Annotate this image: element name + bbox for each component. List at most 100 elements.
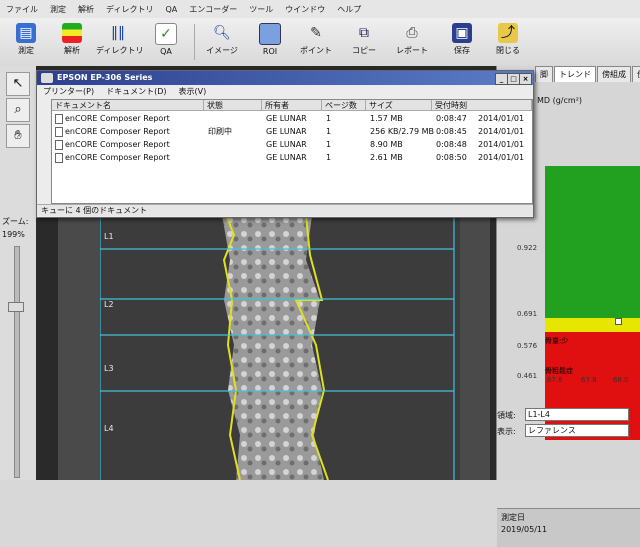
- menu-directory[interactable]: ディレクトリ: [100, 4, 159, 15]
- menu-view[interactable]: 表示(V): [172, 86, 212, 98]
- close-button[interactable]: ⤴ 閉じる: [486, 21, 530, 63]
- zoom-value: 199%: [2, 230, 25, 239]
- measure-date-bar: 測定日 2019/05/11: [497, 508, 640, 547]
- row-size: 256 KB/2.79 MB: [370, 127, 434, 136]
- roi-label-l3: L3: [104, 364, 114, 373]
- point-icon: ✎: [310, 25, 322, 41]
- tab-composition[interactable]: 傍組成: [597, 66, 631, 82]
- menu-help[interactable]: ヘルプ: [331, 4, 367, 15]
- zoom-tool[interactable]: ⌕: [6, 98, 30, 122]
- close-window-button[interactable]: ×: [519, 73, 532, 85]
- hand-icon: ✋︎: [14, 128, 22, 143]
- folder-close-icon: ⤴: [498, 23, 518, 43]
- row-date: 2014/01/01: [478, 140, 525, 149]
- col-status[interactable]: 状態: [204, 100, 262, 111]
- menu-window[interactable]: ウインドウ: [279, 4, 331, 15]
- menu-qa[interactable]: QA: [159, 5, 183, 14]
- pointer-tool[interactable]: ↖: [6, 72, 30, 96]
- band-label-low: 骨量:少: [545, 337, 569, 345]
- band-yellow: [545, 318, 640, 332]
- menu-printer[interactable]: プリンター(P): [37, 86, 100, 98]
- save-icon: ▣: [452, 23, 472, 43]
- y-tick-2: 0.576: [517, 342, 538, 350]
- row-docname: enCORE Composer Report: [55, 139, 170, 151]
- zoom-icon: ⌕: [14, 102, 22, 117]
- results-tabs: 脚 トレンド 傍組成 傍サマ: [535, 66, 640, 82]
- spine-image[interactable]: [100, 215, 460, 480]
- row-size: 2.61 MB: [370, 153, 403, 162]
- row-pages: 1: [326, 114, 332, 123]
- qa-icon: ✓: [155, 23, 177, 45]
- table-row[interactable]: enCORE Composer Report 印刷中 GE LUNAR 1 25…: [52, 126, 532, 138]
- row-time: 0:08:50: [436, 153, 467, 162]
- pan-tool[interactable]: ✋︎: [6, 124, 30, 148]
- arrow-icon: ↖: [12, 76, 24, 91]
- copy-button[interactable]: ⧉ コピー: [342, 21, 386, 63]
- dialog-titlebar[interactable]: EPSON EP-306 Series _ □ ×: [37, 71, 533, 85]
- menu-tools[interactable]: ツール: [243, 4, 279, 15]
- row-owner: GE LUNAR: [266, 140, 307, 149]
- magnifier-icon: 🔍︎: [213, 25, 231, 41]
- zoom-slider-thumb[interactable]: [8, 302, 24, 312]
- document-icon: [55, 113, 63, 124]
- tab-trend[interactable]: トレンド: [554, 66, 596, 82]
- row-size: 1.57 MB: [370, 114, 403, 123]
- image-button[interactable]: 🔍︎ イメージ: [200, 21, 244, 63]
- region-field[interactable]: L1-L4: [525, 408, 629, 421]
- menu-file[interactable]: ファイル: [0, 4, 44, 15]
- table-row[interactable]: enCORE Composer Report GE LUNAR 1 2.61 M…: [52, 152, 532, 164]
- tab-summary[interactable]: 傍サマ: [632, 66, 640, 82]
- row-pages: 1: [326, 127, 332, 136]
- col-time[interactable]: 受付時刻: [432, 100, 532, 111]
- document-icon: [55, 152, 63, 163]
- table-row[interactable]: enCORE Composer Report GE LUNAR 1 8.90 M…: [52, 139, 532, 151]
- roi-button[interactable]: ROI: [248, 21, 292, 63]
- row-time: 0:08:45: [436, 127, 467, 136]
- reference-chart: [545, 166, 640, 440]
- col-owner[interactable]: 所有者: [262, 100, 322, 111]
- printer-queue-dialog: EPSON EP-306 Series _ □ × プリンター(P) ドキュメン…: [36, 70, 534, 218]
- band-green: [545, 238, 640, 318]
- directory-button[interactable]: ‖‖ ディレクトリ: [96, 21, 143, 63]
- point-button[interactable]: ✎ ポイント: [294, 21, 338, 63]
- analyze-button[interactable]: 解析: [50, 21, 94, 63]
- directory-icon: ‖‖: [111, 25, 125, 41]
- display-label: 表示:: [497, 427, 516, 436]
- report-button[interactable]: ⎙ レポート: [390, 21, 434, 63]
- row-date: 2014/01/01: [478, 114, 525, 123]
- col-docname[interactable]: ドキュメント名: [52, 100, 204, 111]
- save-button[interactable]: ▣ 保存: [440, 21, 484, 63]
- menu-measure[interactable]: 測定: [44, 4, 72, 15]
- toolbar-separator: [194, 24, 195, 60]
- tab-spine[interactable]: 脚: [535, 66, 553, 82]
- menu-analyze[interactable]: 解析: [72, 4, 100, 15]
- table-row[interactable]: enCORE Composer Report GE LUNAR 1 1.57 M…: [52, 113, 532, 125]
- zoom-label: ズーム:: [2, 217, 29, 226]
- zoom-slider[interactable]: [14, 246, 20, 478]
- result-point[interactable]: [615, 318, 622, 325]
- row-pages: 1: [326, 153, 332, 162]
- left-tool-strip: ↖ ⌕ ✋︎ ズーム: 199%: [0, 66, 37, 480]
- display-field[interactable]: レファレンス: [525, 424, 629, 437]
- roi-label-l2: L2: [104, 300, 114, 309]
- roi-label-l4: L4: [104, 424, 114, 433]
- menu-encoder[interactable]: エンコーダー: [183, 4, 243, 15]
- region-label: 領域:: [497, 411, 516, 420]
- copy-icon: ⧉: [359, 25, 369, 41]
- row-owner: GE LUNAR: [266, 127, 307, 136]
- menu-document[interactable]: ドキュメント(D): [100, 86, 172, 98]
- col-size[interactable]: サイズ: [366, 100, 432, 111]
- col-pages[interactable]: ページ数: [322, 100, 366, 111]
- qa-button[interactable]: ✓ QA: [144, 21, 188, 63]
- y-tick-0: 0.922: [517, 244, 538, 252]
- row-docname: enCORE Composer Report: [55, 126, 170, 138]
- dialog-title: EPSON EP-306 Series: [57, 73, 153, 82]
- band-label-osteoporosis: 骨粗鬆症: [545, 367, 573, 375]
- x-tick-1: 67.8: [581, 376, 597, 384]
- row-time: 0:08:48: [436, 140, 467, 149]
- y-tick-3: 0.461: [517, 372, 538, 380]
- dialog-menu: プリンター(P) ドキュメント(D) 表示(V): [37, 86, 533, 98]
- printer-icon: ⎙: [406, 25, 418, 41]
- measure-button[interactable]: ▤ 測定: [4, 21, 48, 63]
- row-status: 印刷中: [208, 127, 232, 136]
